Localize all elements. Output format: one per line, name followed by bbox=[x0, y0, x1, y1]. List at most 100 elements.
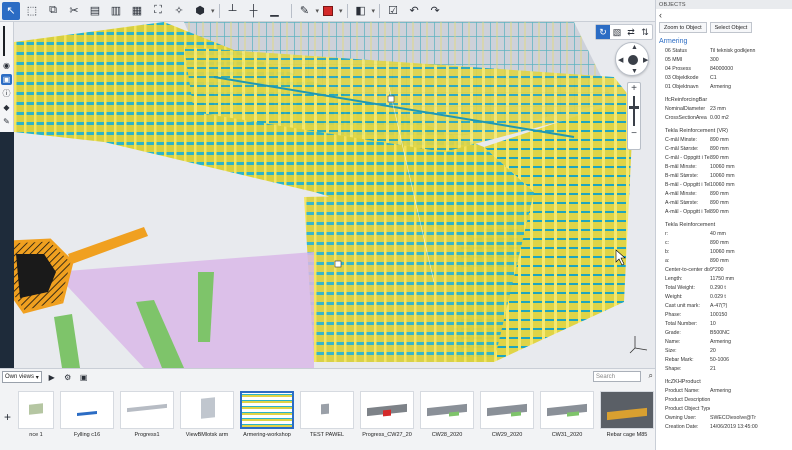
color-swatch bbox=[323, 5, 334, 16]
box-select-icon[interactable]: ⬚ bbox=[23, 2, 41, 20]
view-thumbnail-label: TEST PAWEL bbox=[309, 432, 345, 438]
property-key: Product Object Type: bbox=[665, 406, 710, 412]
eye-icon[interactable]: ◉ bbox=[1, 60, 12, 71]
cube-caret-icon[interactable]: ▾ bbox=[211, 7, 215, 15]
object-properties-panel: OBJECTS ‹ Zoom to Object Select Object A… bbox=[655, 0, 792, 450]
info-icon[interactable]: ⓘ bbox=[1, 88, 12, 99]
gear-icon[interactable]: ⚙ bbox=[62, 371, 74, 383]
nav-left-icon[interactable]: ◀ bbox=[618, 56, 623, 64]
add-view-button[interactable]: + bbox=[4, 410, 11, 424]
view-a-icon[interactable]: ▤ bbox=[86, 2, 104, 20]
view-thumbnail[interactable]: TEST PAWEL bbox=[300, 391, 354, 449]
main-toolbar: ↖ ⬚ ⧉ ✂ ▤ ▥ ▦ ⛶ ✧ ⬢ ▾ ┴ ┼ ▁ ✎ ▾ ▾ ◧ ▾ ☑ … bbox=[0, 0, 655, 22]
view-thumbnail[interactable]: Fylling c16 bbox=[60, 391, 114, 449]
nav-down-icon[interactable]: ▼ bbox=[631, 68, 638, 75]
property-value: 890 mm bbox=[710, 200, 729, 206]
rebar-model-scene[interactable] bbox=[14, 22, 655, 368]
pencil-icon[interactable]: ✎ bbox=[1, 116, 12, 127]
zoom-slider-thumb[interactable] bbox=[629, 106, 639, 109]
views-dropdown[interactable]: Own views ▾ bbox=[2, 371, 42, 383]
color-picker-button[interactable] bbox=[319, 2, 337, 20]
camera-icon[interactable]: ▣ bbox=[78, 371, 90, 383]
layout-caret-icon[interactable]: ▾ bbox=[372, 7, 376, 15]
tag-icon[interactable]: ◆ bbox=[1, 102, 12, 113]
dims-a-icon[interactable]: ┴ bbox=[224, 2, 242, 20]
property-value: Armering bbox=[710, 84, 732, 90]
section-tekla-reinforcement-vr[interactable]: Tekla Reinforcement (VR) bbox=[656, 128, 792, 137]
orbit-mode-icon[interactable]: ↻ bbox=[596, 25, 610, 39]
view-thumbnail-label: CW28_2020 bbox=[431, 432, 463, 438]
pan-mode-icon[interactable]: ▧ bbox=[610, 25, 624, 39]
property-key: 05 MMI bbox=[665, 57, 683, 63]
section-ifc-reinforcing-bar[interactable]: IfcReinforcingBar bbox=[656, 97, 792, 106]
pen-icon[interactable]: ✎ bbox=[296, 2, 314, 20]
property-key: C-mål Største: bbox=[665, 146, 699, 152]
property-value: 890 mm bbox=[710, 209, 729, 215]
fit-all-icon[interactable]: ⛶ bbox=[149, 2, 167, 20]
property-key: B-mål - Oppgitt i Tekla Reinforc bbox=[665, 182, 710, 188]
selection-handle[interactable] bbox=[334, 260, 342, 268]
clip-tool-icon[interactable]: ✂ bbox=[65, 2, 83, 20]
property-row: Center-to-center distance:9*200 bbox=[656, 267, 792, 276]
view-c-icon[interactable]: ▦ bbox=[128, 2, 146, 20]
nav-center[interactable] bbox=[628, 55, 638, 65]
search-icon[interactable]: ⌕ bbox=[649, 371, 653, 381]
view-thumbnail[interactable]: Progress1 bbox=[120, 391, 174, 449]
play-icon[interactable]: ▶ bbox=[46, 371, 58, 383]
nav-up-icon[interactable]: ▲ bbox=[631, 44, 638, 51]
view-thumbnail-image bbox=[540, 391, 594, 429]
dims-b-icon[interactable]: ┼ bbox=[245, 2, 263, 20]
measure-icon[interactable]: ✧ bbox=[170, 2, 188, 20]
view-thumbnail[interactable]: CW29_2020 bbox=[480, 391, 534, 449]
view-thumbnail[interactable]: CW28_2020 bbox=[420, 391, 474, 449]
section-ifc-product[interactable]: IfcZKHProduct bbox=[656, 379, 792, 388]
property-key: NominalDiameter bbox=[665, 106, 706, 112]
left-toolbar: ◉ ▣ ⓘ ◆ ✎ bbox=[0, 22, 14, 132]
view-thumbnail-selected[interactable]: Armering-workshop bbox=[240, 391, 294, 449]
property-row: CrossSectionArea 0.00 m2 bbox=[656, 115, 792, 124]
nav-right-icon[interactable]: ▶ bbox=[643, 56, 648, 64]
cube-icon[interactable]: ⬢ bbox=[191, 2, 209, 20]
view-thumbnail[interactable]: nce 1 bbox=[18, 391, 54, 449]
property-row: Total Weight: 0.290 t bbox=[656, 285, 792, 294]
color-caret-icon[interactable]: ▾ bbox=[339, 7, 343, 15]
property-value: 890 mm bbox=[710, 146, 729, 152]
selection-handle[interactable] bbox=[387, 95, 395, 103]
settings-check-icon[interactable]: ☑ bbox=[384, 2, 402, 20]
back-chevron-icon[interactable]: ‹ bbox=[656, 9, 792, 21]
zoom-out-icon[interactable]: − bbox=[631, 128, 637, 139]
view-thumbnail-label: Fylling c16 bbox=[73, 432, 101, 438]
redo-icon[interactable]: ↷ bbox=[426, 2, 444, 20]
section-tekla-reinforcement[interactable]: Tekla Reinforcement bbox=[656, 222, 792, 231]
zoom-slider[interactable] bbox=[629, 96, 639, 126]
view-thumbnail[interactable]: Progress_CW27_20 bbox=[360, 391, 414, 449]
select-tool-icon[interactable]: ↖ bbox=[2, 1, 20, 20]
view-thumbnail-label: CW29_2020 bbox=[491, 432, 523, 438]
model-viewport[interactable]: ↻ ▧ ⇄ ⇅ ▲ ▼ ◀ ▶ + − bbox=[14, 22, 655, 368]
fly-mode-icon[interactable]: ⇅ bbox=[638, 25, 652, 39]
views-search-input[interactable]: Search bbox=[593, 371, 641, 382]
property-value: 11750 mm bbox=[710, 276, 735, 282]
property-row: Shape: 21 bbox=[656, 366, 792, 375]
select-object-button[interactable]: Select Object bbox=[709, 22, 753, 33]
view-thumbnail[interactable]: Rebar cage M85 bbox=[600, 391, 654, 449]
area-select-icon[interactable]: ⧉ bbox=[44, 2, 62, 20]
section-ruler[interactable] bbox=[2, 26, 11, 56]
navigation-wheel[interactable]: ▲ ▼ ◀ ▶ bbox=[615, 42, 649, 76]
dims-c-icon[interactable]: ▁ bbox=[266, 2, 284, 20]
layers-icon[interactable]: ▣ bbox=[1, 74, 12, 85]
property-value: 10060 mm bbox=[710, 182, 735, 188]
view-thumbnail[interactable]: ViewBMlotsk arm bbox=[180, 391, 234, 449]
view-thumbnail[interactable]: CW31_2020 bbox=[540, 391, 594, 449]
zoom-to-object-button[interactable]: Zoom to Object bbox=[659, 22, 707, 33]
zoom-in-icon[interactable]: + bbox=[631, 83, 637, 94]
walk-mode-icon[interactable]: ⇄ bbox=[624, 25, 638, 39]
property-key: r: bbox=[665, 231, 669, 237]
property-row: Product Object Type: bbox=[656, 406, 792, 415]
layout-icon[interactable]: ◧ bbox=[352, 2, 370, 20]
view-b-icon[interactable]: ▥ bbox=[107, 2, 125, 20]
property-value: 0.029 t bbox=[710, 294, 726, 300]
property-value: 0.00 m2 bbox=[710, 115, 729, 121]
undo-icon[interactable]: ↶ bbox=[405, 2, 423, 20]
saved-views-panel: Own views ▾ ▶ ⚙ ▣ Search ⌕ + nce 1 Fylli… bbox=[0, 368, 655, 450]
